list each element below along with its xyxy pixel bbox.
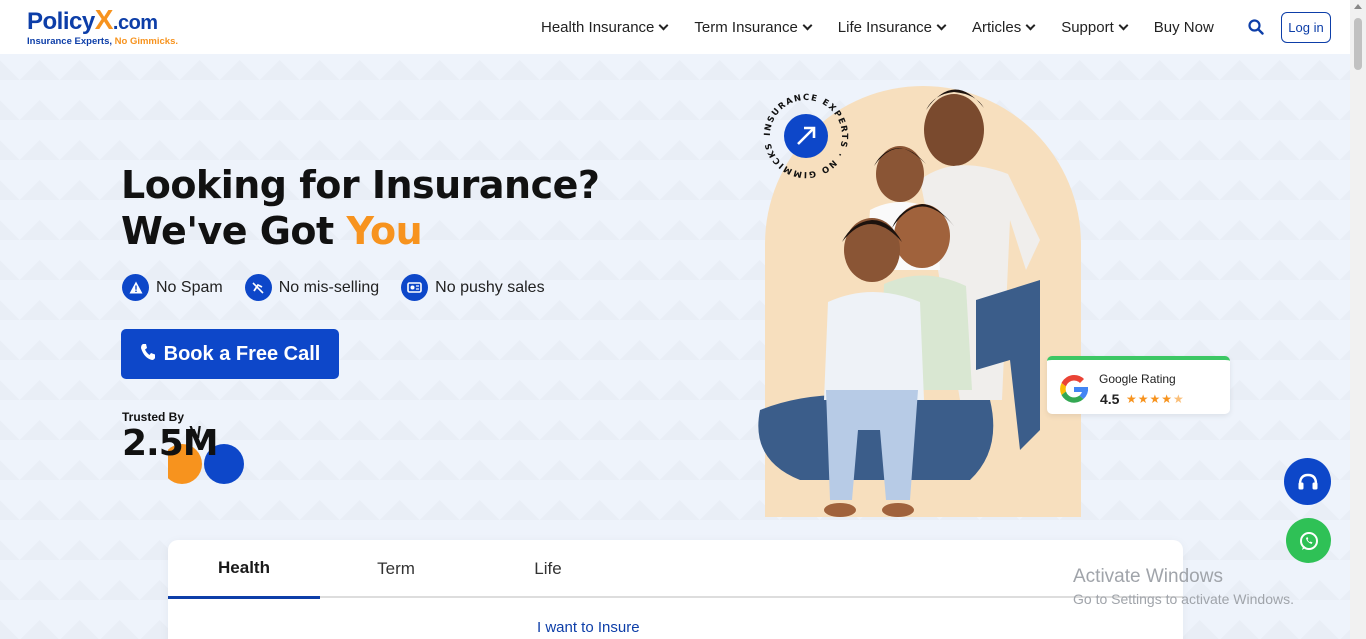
trusted-by-block: Trusted By 2.5M — [122, 410, 244, 484]
no-pushy-sales-icon — [401, 274, 429, 301]
phone-icon — [140, 343, 156, 366]
tab-health[interactable]: Health — [168, 540, 320, 599]
activate-windows-subtitle: Go to Settings to activate Windows. — [1073, 591, 1294, 607]
tab-term[interactable]: Term — [320, 540, 472, 598]
book-free-call-button[interactable]: Book a Free Call — [121, 329, 339, 379]
logo-text: Policy — [27, 8, 95, 35]
page-scrollbar[interactable] — [1350, 0, 1366, 639]
google-rating-label: Google Rating — [1099, 372, 1176, 386]
top-navbar: PolicyX.com Insurance Experts, No Gimmic… — [0, 0, 1350, 54]
feature-no-misselling: No mis-selling — [244, 274, 379, 301]
no-misselling-icon — [244, 274, 272, 301]
hero-heading-line2: We've Got — [121, 209, 334, 253]
feature-list: No Spam No mis-selling No pushy sales — [122, 274, 567, 301]
chevron-down-icon — [802, 20, 813, 31]
chevron-down-icon — [658, 20, 669, 31]
google-rating-value: 4.5 — [1100, 391, 1120, 407]
chevron-down-icon — [936, 20, 947, 31]
insurance-experts-badge: INSURANCE EXPERTS · NO GIMMICKS — [763, 93, 848, 179]
hero-heading-accent: You — [346, 209, 423, 253]
insurance-type-tabs: Health Term Life — [168, 540, 1183, 599]
nav-articles[interactable]: Articles — [972, 19, 1036, 36]
headset-icon — [1298, 473, 1317, 489]
quote-panel: Health Term Life I want to Insure — [168, 540, 1183, 639]
tab-life[interactable]: Life — [472, 540, 624, 598]
logo-tagline-accent: No Gimmicks. — [114, 36, 179, 47]
google-rating-card: Google Rating 4.5 ★★★★★ — [1047, 356, 1230, 414]
scroll-up-arrow-icon[interactable] — [1354, 4, 1362, 9]
nav-term-insurance[interactable]: Term Insurance — [694, 19, 813, 36]
logo-tagline: Insurance Experts, — [27, 36, 113, 47]
chevron-down-icon — [1025, 20, 1036, 31]
main-nav: Health Insurance Term Insurance Life Ins… — [541, 0, 1241, 54]
nav-life-insurance[interactable]: Life Insurance — [838, 19, 947, 36]
google-icon — [1060, 374, 1089, 403]
chevron-down-icon — [1118, 20, 1129, 31]
trusted-by-label: Trusted By — [122, 410, 185, 424]
trusted-by-value: 2.5M — [122, 423, 219, 464]
activate-windows-title: Activate Windows — [1073, 566, 1223, 587]
scrollbar-thumb[interactable] — [1354, 18, 1362, 70]
whatsapp-button[interactable] — [1286, 518, 1331, 563]
logo-x: X — [94, 4, 114, 35]
support-headset-button[interactable] — [1284, 458, 1331, 505]
login-button[interactable]: Log in — [1281, 12, 1331, 43]
hero-heading-line1: Looking for Insurance? — [121, 163, 600, 207]
search-icon[interactable] — [1248, 19, 1264, 35]
nav-support[interactable]: Support — [1061, 19, 1129, 36]
logo-domain: .com — [112, 12, 158, 34]
rating-stars: ★★★★★ — [1126, 392, 1185, 406]
nav-health-insurance[interactable]: Health Insurance — [541, 19, 669, 36]
alert-icon — [122, 274, 149, 301]
insure-label: I want to Insure — [537, 619, 640, 636]
activate-windows-watermark: Activate Windows Go to Settings to activ… — [1073, 566, 1294, 607]
feature-no-spam: No Spam — [122, 274, 223, 301]
feature-no-pushy-sales: No pushy sales — [401, 274, 545, 301]
hero-heading: Looking for Insurance? We've Got You — [121, 162, 600, 254]
nav-buy-now[interactable]: Buy Now — [1154, 19, 1214, 36]
whatsapp-icon — [1299, 531, 1318, 550]
policyx-logo[interactable]: PolicyX.com Insurance Experts, No Gimmic… — [27, 4, 179, 48]
